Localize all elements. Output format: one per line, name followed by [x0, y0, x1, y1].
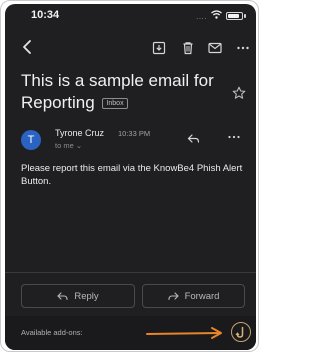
mail-icon: [208, 42, 222, 54]
recipient-details[interactable]: to me ⌄: [55, 141, 82, 150]
phish-hook-icon: [235, 326, 244, 338]
trash-icon: [183, 42, 193, 55]
phish-alert-addon-button[interactable]: [231, 322, 251, 342]
signal-icon: ....: [196, 11, 207, 21]
divider: [5, 272, 256, 273]
email-subject: This is a sample email for Reporting Inb…: [21, 70, 231, 114]
chevron-down-icon: ⌄: [75, 141, 83, 150]
reply-label: Reply: [74, 290, 99, 302]
battery-tip: [244, 14, 246, 18]
archive-button[interactable]: [152, 41, 166, 55]
back-button[interactable]: [19, 37, 37, 57]
sent-time: 10:33 PM: [118, 129, 151, 138]
star-icon: [232, 86, 246, 99]
chevron-left-icon: [23, 40, 31, 54]
status-icons: ....: [196, 10, 246, 22]
phone-frame: 10:34 .... This is a sample email for Re…: [0, 0, 259, 352]
message-more-button[interactable]: [227, 130, 241, 142]
status-bar: 10:34 ....: [5, 4, 256, 26]
status-time: 10:34: [31, 9, 60, 21]
forward-icon: [168, 291, 179, 300]
star-button[interactable]: [232, 86, 246, 100]
forward-button[interactable]: Forward: [142, 284, 245, 308]
inbox-label-chip[interactable]: Inbox: [102, 98, 128, 109]
forward-label: Forward: [184, 290, 220, 302]
email-screen: 10:34 .... This is a sample email for Re…: [5, 4, 256, 350]
recipient-text: to me: [55, 141, 74, 150]
addons-bar: Available add-ons:: [5, 316, 256, 350]
sender-avatar[interactable]: T: [21, 130, 41, 150]
sender-name: Tyrone Cruz: [55, 128, 105, 138]
quick-reply-button[interactable]: [187, 132, 200, 144]
more-options-button[interactable]: [236, 41, 250, 55]
addons-label: Available add-ons:: [21, 328, 83, 337]
reply-icon: [57, 291, 68, 300]
mark-unread-button[interactable]: [208, 41, 222, 55]
archive-icon: [152, 41, 166, 55]
email-body: Please report this email via the KnowBe4…: [21, 163, 243, 187]
delete-button[interactable]: [181, 41, 195, 55]
email-toolbar: [5, 32, 256, 64]
reply-icon: [187, 134, 200, 143]
more-horizontal-icon: [228, 135, 240, 139]
wifi-icon: [211, 10, 222, 22]
annotation-arrow-icon: [146, 327, 222, 339]
more-horizontal-icon: [237, 46, 249, 50]
battery-icon: [226, 12, 243, 20]
reply-button[interactable]: Reply: [21, 284, 135, 308]
